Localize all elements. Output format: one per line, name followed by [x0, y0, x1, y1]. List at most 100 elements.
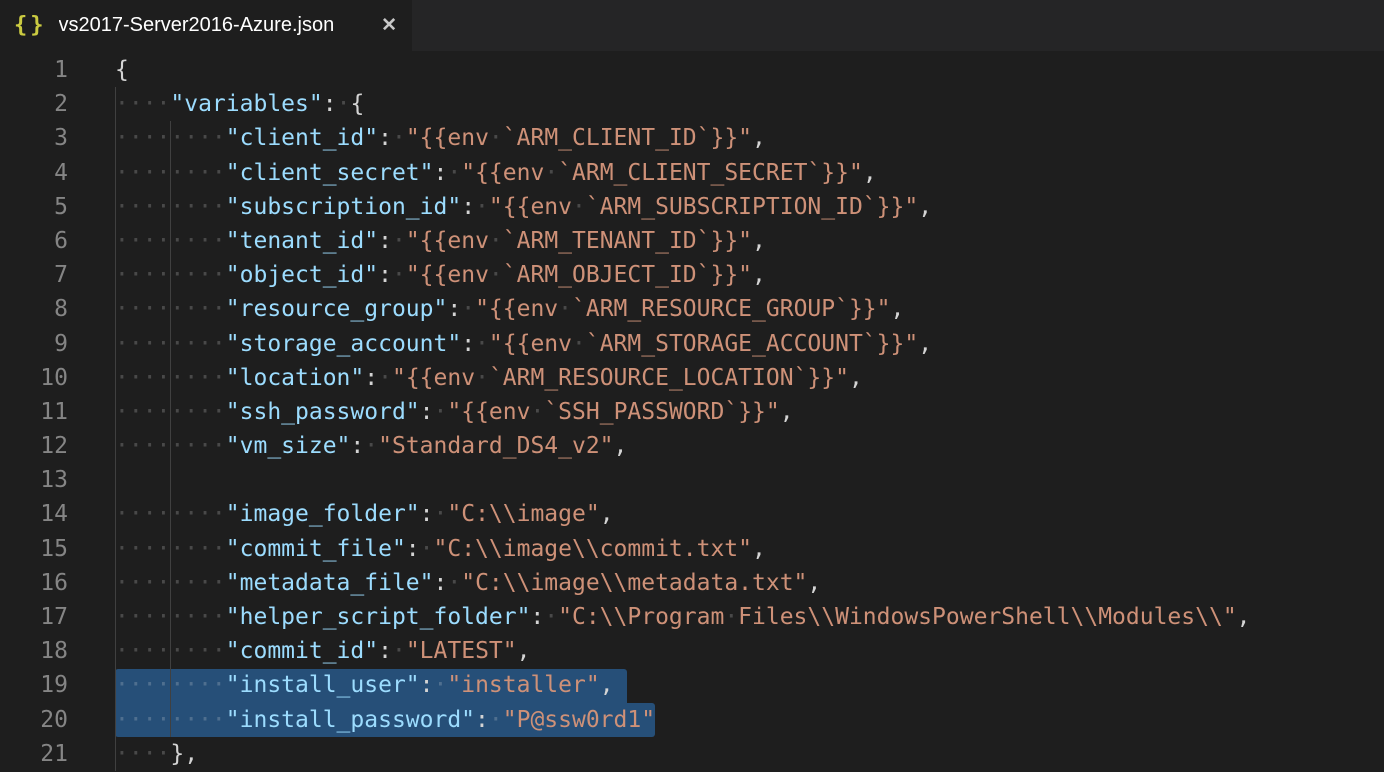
code-line-3[interactable]: ········"client_id":·"{{env·`ARM_CLIENT_… [115, 121, 1384, 155]
whitespace-dots: · [364, 433, 378, 459]
whitespace-dots: · [447, 570, 461, 596]
code-line-19[interactable]: ········"install_user":·"installer", [115, 668, 1384, 702]
indent-whitespace-dots: ···· [115, 91, 170, 117]
json-string-value: "P@ssw0rd1" [503, 707, 655, 733]
line-number-7[interactable]: 7 [0, 258, 68, 292]
indent-whitespace-dots: ········ [115, 262, 226, 288]
json-punctuation: , [517, 638, 531, 664]
indent-whitespace-dots: ········ [115, 570, 226, 596]
json-punctuation: { [115, 57, 129, 83]
code-line-15[interactable]: ········"commit_file":·"C:\\image\\commi… [115, 532, 1384, 566]
indent-whitespace-dots: ········ [115, 365, 226, 391]
line-number-2[interactable]: 2 [0, 87, 68, 121]
tab-close-icon[interactable]: ✕ [381, 16, 397, 35]
json-punctuation: , [752, 536, 766, 562]
whitespace-dots: · [530, 399, 544, 425]
whitespace-dots: · [489, 707, 503, 733]
json-punctuation: : [420, 501, 434, 527]
json-key: "ssh_password" [226, 399, 420, 425]
json-punctuation: : [461, 194, 475, 220]
json-punctuation: : [447, 296, 461, 322]
json-string-value: "{{env [489, 331, 572, 357]
code-line-17[interactable]: ········"helper_script_folder":·"C:\\Pro… [115, 600, 1384, 634]
line-number-6[interactable]: 6 [0, 224, 68, 258]
whitespace-dots: · [447, 160, 461, 186]
line-number-20[interactable]: 20 [0, 703, 68, 737]
tab-title: vs2017-Server2016-Azure.json [59, 14, 368, 37]
line-number-16[interactable]: 16 [0, 566, 68, 600]
json-string-value: "{{env [392, 365, 475, 391]
code-line-8[interactable]: ········"resource_group":·"{{env·`ARM_RE… [115, 292, 1384, 326]
json-punctuation: : [434, 570, 448, 596]
line-number-9[interactable]: 9 [0, 327, 68, 361]
line-number-18[interactable]: 18 [0, 634, 68, 668]
json-string-value: `ARM_RESOURCE_GROUP`}}" [572, 296, 891, 322]
json-punctuation: : [406, 536, 420, 562]
line-number-15[interactable]: 15 [0, 532, 68, 566]
code-line-20[interactable]: ········"install_password":·"P@ssw0rd1" [115, 703, 1384, 737]
json-string-value: "LATEST" [406, 638, 517, 664]
line-number-10[interactable]: 10 [0, 361, 68, 395]
json-key: "install_password" [226, 707, 475, 733]
code-line-7[interactable]: ········"object_id":·"{{env·`ARM_OBJECT_… [115, 258, 1384, 292]
line-number-19[interactable]: 19 [0, 668, 68, 702]
code-line-13[interactable] [115, 463, 1384, 497]
json-punctuation: , [752, 125, 766, 151]
line-number-21[interactable]: 21 [0, 737, 68, 771]
line-number-4[interactable]: 4 [0, 156, 68, 190]
code-line-2[interactable]: ····"variables":·{ [115, 87, 1384, 121]
line-number-5[interactable]: 5 [0, 190, 68, 224]
code-line-9[interactable]: ········"storage_account":·"{{env·`ARM_S… [115, 327, 1384, 361]
line-number-1[interactable]: 1 [0, 53, 68, 87]
json-string-value: "Standard_DS4_v2" [378, 433, 613, 459]
code-line-4[interactable]: ········"client_secret":·"{{env·`ARM_CLI… [115, 156, 1384, 190]
whitespace-dots: · [572, 194, 586, 220]
code-line-21[interactable]: ····}, [115, 737, 1384, 771]
code-line-5[interactable]: ········"subscription_id":·"{{env·`ARM_S… [115, 190, 1384, 224]
tab-vs2017-server2016-azure-json[interactable]: {} vs2017-Server2016-Azure.json ✕ [0, 0, 412, 51]
line-number-13[interactable]: 13 [0, 463, 68, 497]
code-editor[interactable]: 123456789101112131415161718192021 {····"… [0, 51, 1384, 772]
json-key: "subscription_id" [226, 194, 461, 220]
json-string-value: `ARM_SUBSCRIPTION_ID`}}" [586, 194, 918, 220]
code-line-16[interactable]: ········"metadata_file":·"C:\\image\\met… [115, 566, 1384, 600]
code-line-14[interactable]: ········"image_folder":·"C:\\image", [115, 497, 1384, 531]
whitespace-dots: · [475, 365, 489, 391]
code-line-6[interactable]: ········"tenant_id":·"{{env·`ARM_TENANT_… [115, 224, 1384, 258]
json-punctuation: : [434, 160, 448, 186]
whitespace-dots: · [434, 501, 448, 527]
whitespace-dots: · [475, 331, 489, 357]
json-key: "image_folder" [226, 501, 420, 527]
tab-bar: {} vs2017-Server2016-Azure.json ✕ [0, 0, 1384, 51]
json-punctuation: , [600, 672, 614, 698]
line-number-8[interactable]: 8 [0, 292, 68, 326]
whitespace-dots: · [434, 399, 448, 425]
indent-whitespace-dots: ········ [115, 296, 226, 322]
indent-whitespace-dots: ········ [115, 501, 226, 527]
json-punctuation: , [849, 365, 863, 391]
json-punctuation: : [420, 672, 434, 698]
indent-whitespace-dots: ········ [115, 604, 226, 630]
line-number-14[interactable]: 14 [0, 497, 68, 531]
json-punctuation: : [475, 707, 489, 733]
indent-whitespace-dots: ········ [115, 707, 226, 733]
whitespace-dots: · [434, 672, 448, 698]
json-punctuation: : [378, 125, 392, 151]
line-number-17[interactable]: 17 [0, 600, 68, 634]
json-key: "variables" [170, 91, 322, 117]
line-number-12[interactable]: 12 [0, 429, 68, 463]
code-line-12[interactable]: ········"vm_size":·"Standard_DS4_v2", [115, 429, 1384, 463]
json-string-value: Files\\WindowsPowerShell\\Modules\\" [738, 604, 1237, 630]
line-number-11[interactable]: 11 [0, 395, 68, 429]
indent-whitespace-dots: ········ [115, 228, 226, 254]
json-punctuation: : [323, 91, 337, 117]
json-punctuation: : [420, 399, 434, 425]
code-line-1[interactable]: { [115, 53, 1384, 87]
code-line-18[interactable]: ········"commit_id":·"LATEST", [115, 634, 1384, 668]
code-line-10[interactable]: ········"location":·"{{env·`ARM_RESOURCE… [115, 361, 1384, 395]
json-string-value: "{{env [475, 296, 558, 322]
json-string-value: "C:\\image" [447, 501, 599, 527]
code-line-11[interactable]: ········"ssh_password":·"{{env·`SSH_PASS… [115, 395, 1384, 429]
json-key: "resource_group" [226, 296, 448, 322]
line-number-3[interactable]: 3 [0, 121, 68, 155]
